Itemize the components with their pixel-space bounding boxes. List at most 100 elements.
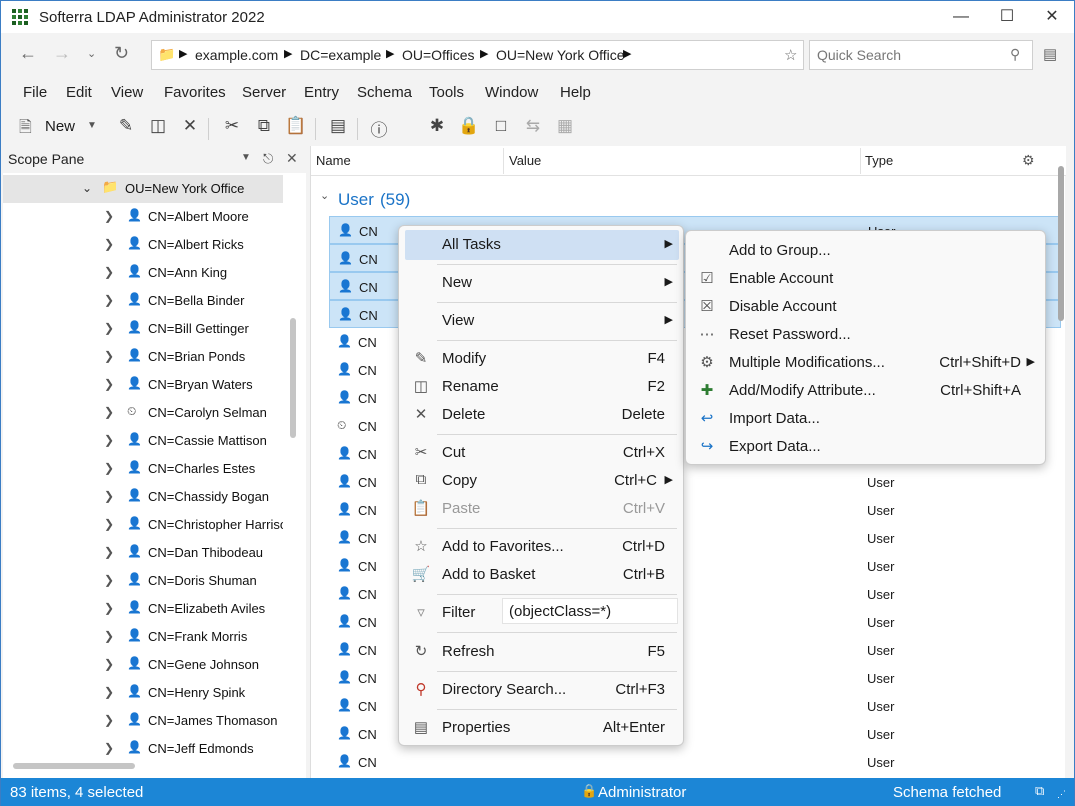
paste-icon[interactable]: 📋 bbox=[284, 116, 308, 136]
breadcrumb-arrow-icon[interactable]: ▶ bbox=[284, 47, 292, 60]
collapsed-chevron-icon[interactable]: ❯ bbox=[104, 629, 114, 643]
collapsed-chevron-icon[interactable]: ❯ bbox=[104, 237, 114, 251]
quick-search-input[interactable]: Quick Search ⚲ bbox=[809, 40, 1033, 70]
menu-paste[interactable]: 📋 Paste Ctrl+V bbox=[405, 494, 679, 524]
collapsed-chevron-icon[interactable]: ❯ bbox=[104, 321, 114, 335]
collapsed-chevron-icon[interactable]: ❯ bbox=[104, 545, 114, 559]
address-bar[interactable]: 📁 ▶ example.com ▶ DC=example ▶ OU=Office… bbox=[151, 40, 804, 70]
menu-view[interactable]: View ▶ bbox=[405, 306, 679, 336]
menu-add-to-basket[interactable]: 🛒 Add to Basket Ctrl+B bbox=[405, 560, 679, 590]
new-entry-icon[interactable]: 🗎 bbox=[19, 116, 32, 143]
breadcrumb-arrow-icon[interactable]: ▶ bbox=[386, 47, 394, 60]
back-icon[interactable]: ← bbox=[19, 43, 37, 64]
tree-node-user[interactable]: ❯ 👤 CN=Bryan Waters bbox=[3, 371, 283, 399]
submenu-disable-account[interactable]: ☒ Disable Account bbox=[692, 293, 1041, 321]
tree-node-user[interactable]: ❯ 👤 CN=Gene Johnson bbox=[3, 651, 283, 679]
cut-icon[interactable]: ✂ bbox=[220, 116, 244, 136]
pane-dropdown-icon[interactable]: ▼ bbox=[241, 152, 251, 163]
menu-directory-search[interactable]: ⚲ Directory Search... Ctrl+F3 bbox=[405, 675, 679, 705]
collapsed-chevron-icon[interactable]: ❯ bbox=[104, 461, 114, 475]
new-dropdown-icon[interactable]: ▼ bbox=[87, 120, 97, 131]
collapsed-chevron-icon[interactable]: ❯ bbox=[104, 741, 114, 755]
collapsed-chevron-icon[interactable]: ❯ bbox=[104, 265, 114, 279]
menu-add-to-favorites[interactable]: ☆ Add to Favorites... Ctrl+D bbox=[405, 532, 679, 562]
tree-node-user[interactable]: ❯ 👤 CN=Bella Binder bbox=[3, 287, 283, 315]
collapsed-chevron-icon[interactable]: ❯ bbox=[104, 713, 114, 727]
sync-icon[interactable]: ⇆ bbox=[521, 116, 545, 136]
breadcrumb-arrow-icon[interactable]: ▶ bbox=[623, 47, 631, 60]
options-icon[interactable]: ▤ bbox=[1043, 45, 1057, 63]
menu-refresh[interactable]: ↻ Refresh F5 bbox=[405, 637, 679, 667]
tree-node-user[interactable]: ❯ 👤 CN=Elizabeth Aviles bbox=[3, 595, 283, 623]
breadcrumb-dc-example[interactable]: DC=example bbox=[300, 47, 381, 63]
collapsed-chevron-icon[interactable]: ❯ bbox=[104, 349, 114, 363]
menu-filter[interactable]: ▿ Filter (objectClass=*) bbox=[405, 598, 679, 628]
menu-properties[interactable]: ▤ Properties Alt+Enter bbox=[405, 713, 679, 743]
tree-node-user[interactable]: ❯ 👤 CN=Henry Spink bbox=[3, 679, 283, 707]
refresh-icon[interactable]: ↻ bbox=[114, 43, 129, 64]
search-icon[interactable]: ⚲ bbox=[1010, 46, 1020, 63]
tree-node-user[interactable]: ❯ 👤 CN=Dan Thibodeau bbox=[3, 539, 283, 567]
menu-cut[interactable]: ✂ Cut Ctrl+X bbox=[405, 438, 679, 468]
close-pane-icon[interactable]: ✕ bbox=[286, 150, 298, 167]
collapsed-chevron-icon[interactable]: ❯ bbox=[104, 573, 114, 587]
favorite-star-icon[interactable]: ☆ bbox=[784, 46, 797, 64]
submenu-import-data[interactable]: ↩ Import Data... bbox=[692, 405, 1041, 433]
scope-hscrollbar[interactable] bbox=[13, 763, 135, 769]
pin-icon[interactable]: ⎋ bbox=[263, 151, 273, 167]
properties-icon[interactable]: ▤ bbox=[326, 116, 350, 136]
collapsed-chevron-icon[interactable]: ❯ bbox=[104, 405, 114, 419]
menu-help[interactable]: Help bbox=[560, 84, 591, 101]
tree-node-user[interactable]: ❯ 👤 CN=Jeff Edmonds bbox=[3, 735, 283, 763]
monitor-icon[interactable]: □ bbox=[489, 116, 513, 136]
group-collapse-chevron-icon[interactable]: ⌄ bbox=[320, 189, 329, 202]
tree-node-user[interactable]: ❯ 👤 CN=Albert Ricks bbox=[3, 231, 283, 259]
column-name[interactable]: Name bbox=[316, 153, 351, 168]
menu-favorites[interactable]: Favorites bbox=[164, 84, 226, 101]
column-value[interactable]: Value bbox=[509, 153, 541, 168]
rename-icon[interactable]: ◫ bbox=[146, 116, 170, 136]
schema-icon[interactable]: ▦ bbox=[553, 116, 577, 136]
tree-node-user[interactable]: ❯ 👤 CN=Ann King bbox=[3, 259, 283, 287]
menu-view[interactable]: View bbox=[111, 84, 143, 101]
menu-delete[interactable]: ✕ Delete Delete bbox=[405, 400, 679, 430]
delete-icon[interactable]: ✕ bbox=[178, 116, 202, 136]
breadcrumb-example-com[interactable]: example.com bbox=[195, 47, 278, 63]
menu-tools[interactable]: Tools bbox=[429, 84, 464, 101]
submenu-add-modify-attribute[interactable]: ✚ Add/Modify Attribute... Ctrl+Shift+A bbox=[692, 377, 1041, 405]
new-connection-icon[interactable]: ✱ bbox=[425, 116, 449, 136]
grid-scrollbar[interactable] bbox=[1058, 166, 1064, 321]
new-button[interactable]: New bbox=[45, 118, 75, 135]
column-settings-gear-icon[interactable]: ⚙ bbox=[1022, 152, 1035, 169]
collapsed-chevron-icon[interactable]: ❯ bbox=[104, 657, 114, 671]
maximize-button[interactable]: ☐ bbox=[984, 1, 1030, 33]
tree-node-user[interactable]: ❯ 👤 CN=Frank Morris bbox=[3, 623, 283, 651]
menu-new[interactable]: New ▶ bbox=[405, 268, 679, 298]
resize-grip-icon[interactable]: ⋰ bbox=[1057, 789, 1066, 800]
tree-node-user[interactable]: ❯ 👤 CN=Chassidy Bogan bbox=[3, 483, 283, 511]
menu-rename[interactable]: ◫ Rename F2 bbox=[405, 372, 679, 402]
tree-node-user[interactable]: ❯ 👤 CN=Charles Estes bbox=[3, 455, 283, 483]
submenu-multiple-modifications[interactable]: ⚙ Multiple Modifications... Ctrl+Shift+D… bbox=[692, 349, 1041, 377]
minimize-button[interactable]: — bbox=[938, 1, 984, 33]
column-type[interactable]: Type bbox=[865, 153, 893, 168]
filter-input[interactable]: (objectClass=*) bbox=[502, 598, 678, 624]
expanded-chevron-icon[interactable]: ⌄ bbox=[82, 181, 92, 195]
collapsed-chevron-icon[interactable]: ❯ bbox=[104, 489, 114, 503]
menu-edit[interactable]: Edit bbox=[66, 84, 92, 101]
submenu-export-data[interactable]: ↪ Export Data... bbox=[692, 433, 1041, 461]
collapsed-chevron-icon[interactable]: ❯ bbox=[104, 517, 114, 531]
forward-icon[interactable]: → bbox=[53, 43, 71, 64]
menu-window[interactable]: Window bbox=[485, 84, 538, 101]
menu-file[interactable]: File bbox=[23, 84, 47, 101]
collapsed-chevron-icon[interactable]: ❯ bbox=[104, 209, 114, 223]
menu-entry[interactable]: Entry bbox=[304, 84, 339, 101]
menu-all-tasks[interactable]: All Tasks ▶ bbox=[405, 230, 679, 260]
modify-icon[interactable]: ✎ bbox=[114, 116, 138, 136]
help-icon[interactable]: ⓘ bbox=[367, 116, 391, 141]
breadcrumb-ou-offices[interactable]: OU=Offices bbox=[402, 47, 475, 63]
submenu-reset-password[interactable]: ⋯ Reset Password... bbox=[692, 321, 1041, 349]
table-row[interactable]: 👤 CN User bbox=[329, 748, 1061, 776]
breadcrumb-arrow-icon[interactable]: ▶ bbox=[179, 47, 187, 60]
tree-node-user[interactable]: ❯ 👤 CN=Christopher Harriso bbox=[3, 511, 283, 539]
